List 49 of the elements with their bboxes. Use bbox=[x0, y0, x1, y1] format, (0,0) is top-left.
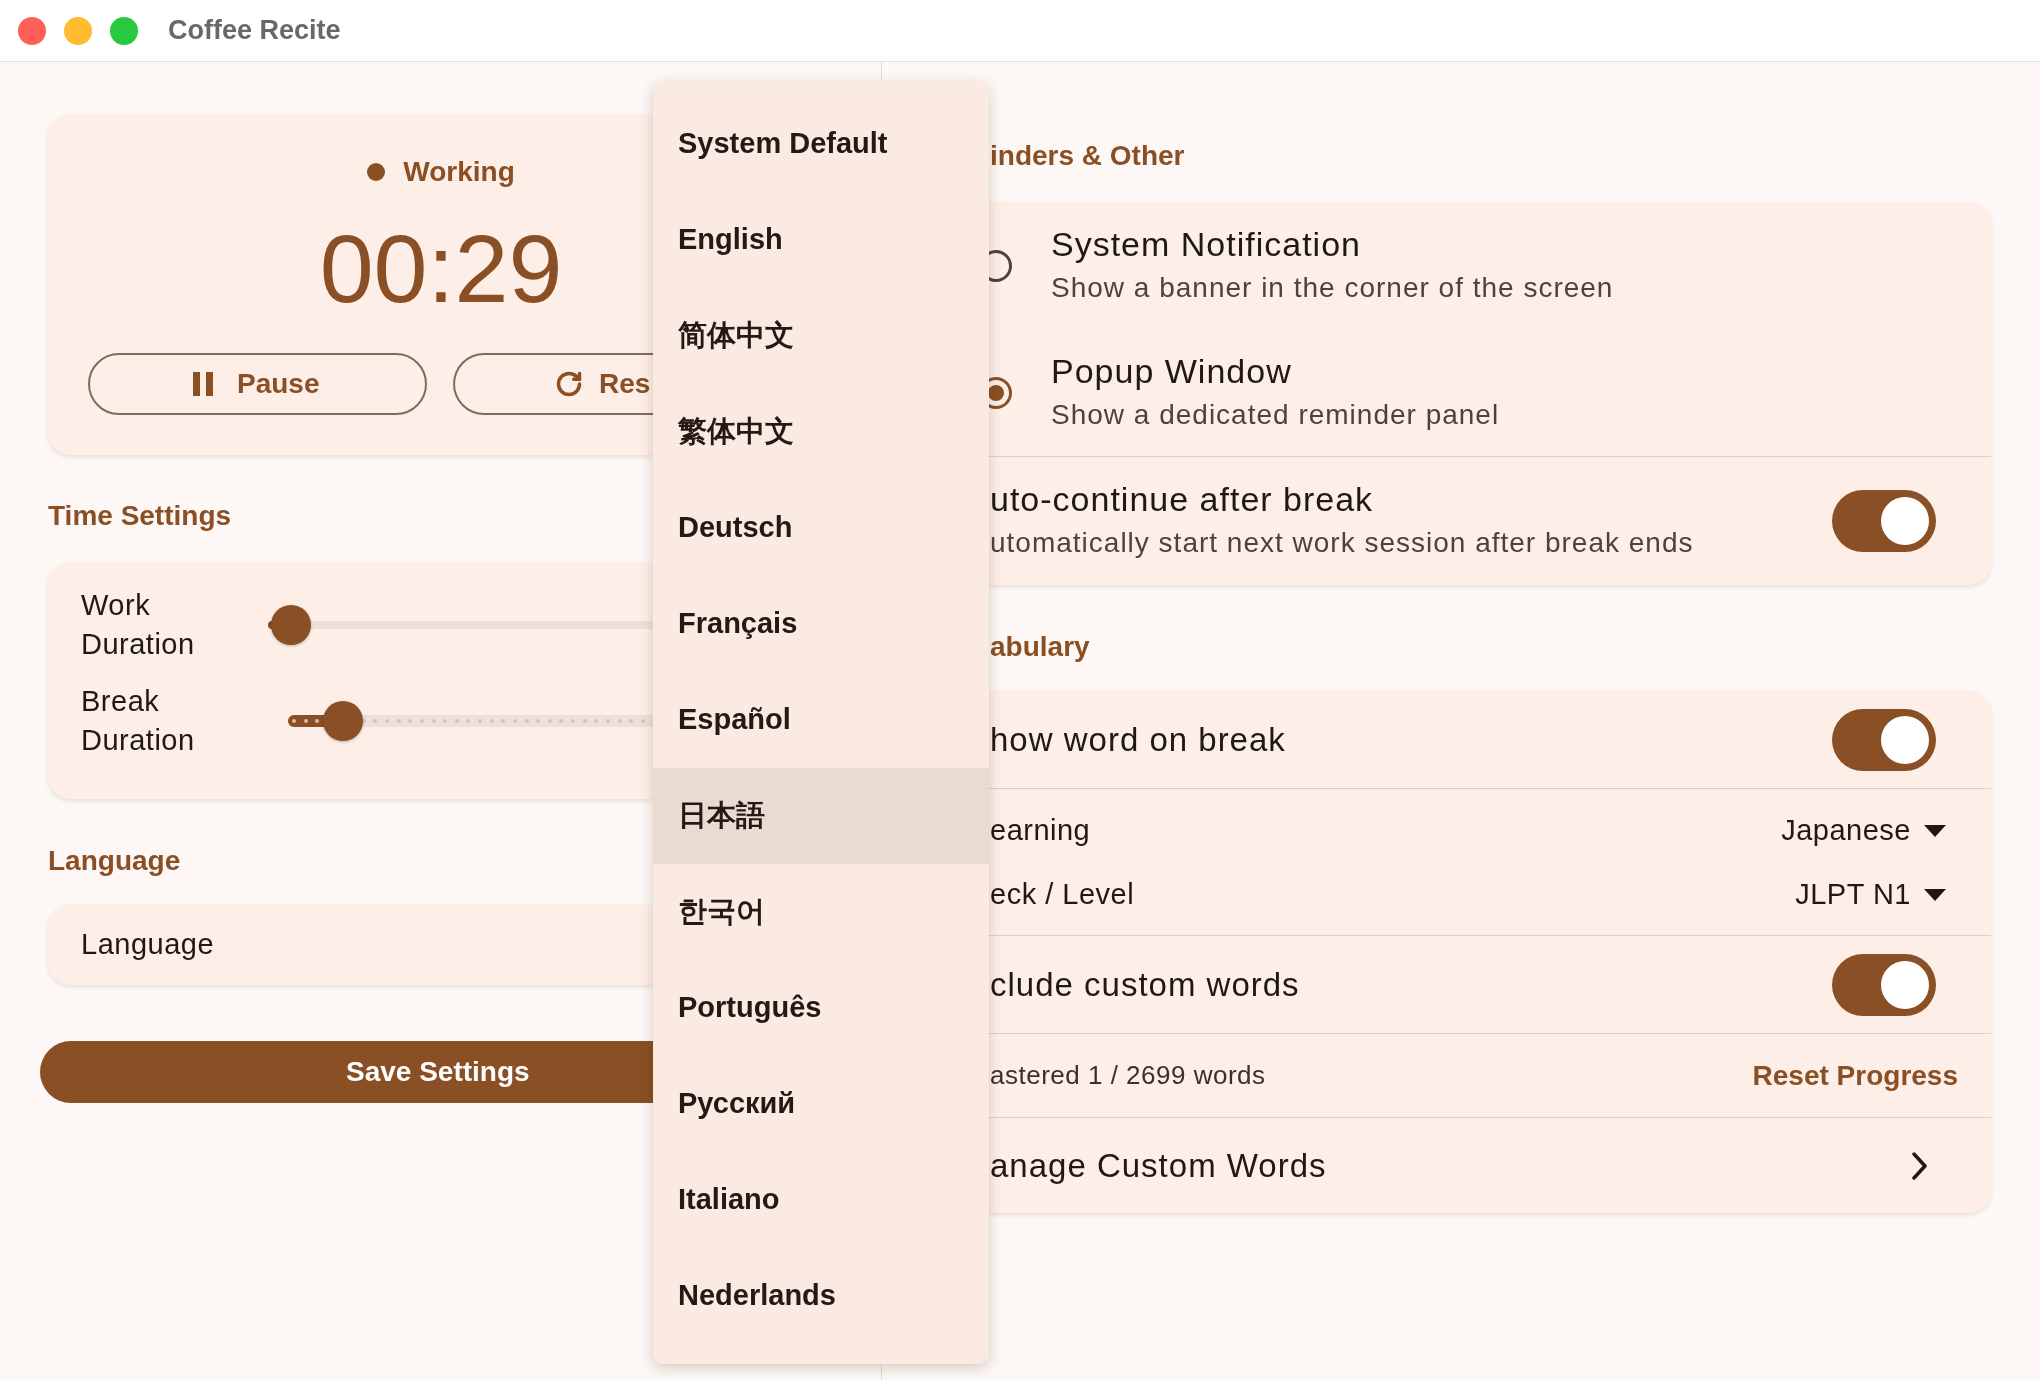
setting-label: Language bbox=[81, 927, 215, 963]
menu-item[interactable]: System Default bbox=[653, 96, 989, 192]
setting-label: clude custom words bbox=[990, 964, 1300, 1005]
section-heading: abulary bbox=[990, 630, 1090, 664]
save-settings-button[interactable]: Save Settings bbox=[40, 1041, 653, 1103]
option-title: System Notification bbox=[1051, 223, 1362, 265]
setting-label: how word on break bbox=[990, 719, 1286, 760]
refresh-icon bbox=[555, 370, 583, 398]
option-title: Popup Window bbox=[1051, 350, 1293, 392]
caret-icon bbox=[1924, 825, 1946, 837]
option-description: utomatically start next work session after break ends bbox=[990, 526, 1694, 560]
option-description: Show a banner in the corner of the screen bbox=[1051, 270, 1614, 305]
slider-label: Work Duration bbox=[81, 588, 195, 662]
pause-icon bbox=[193, 372, 213, 396]
section-heading: Time Settings bbox=[48, 499, 232, 533]
window-title: Coffee Recite bbox=[168, 14, 341, 48]
option-title: uto-continue after break bbox=[990, 479, 1375, 520]
radio-button[interactable] bbox=[989, 249, 1012, 282]
menu-item[interactable]: Русский bbox=[653, 1056, 989, 1152]
menu-item[interactable]: 繁体中文 bbox=[653, 384, 989, 480]
status-label: Working bbox=[403, 155, 515, 189]
menu-item[interactable]: English bbox=[653, 192, 989, 288]
menu-item[interactable]: Español bbox=[653, 672, 989, 768]
menu-item[interactable]: Deutsch bbox=[653, 480, 989, 576]
menu-item[interactable]: Français bbox=[653, 576, 989, 672]
menu-item[interactable]: Nederlands bbox=[653, 1248, 989, 1344]
menu-item[interactable]: Italiano bbox=[653, 1152, 989, 1248]
slider-thumb[interactable] bbox=[271, 605, 312, 645]
slider-label: Break Duration bbox=[81, 684, 195, 758]
section-heading: inders & Other bbox=[990, 139, 1185, 173]
menu-item[interactable]: 日本語 bbox=[653, 768, 989, 864]
close-icon[interactable] bbox=[18, 16, 46, 45]
reset-progress-link[interactable]: Reset Progress bbox=[1752, 1054, 1958, 1097]
pause-button[interactable]: Pause bbox=[88, 353, 427, 415]
progress-text: astered 1 / 2699 words bbox=[990, 1059, 1266, 1092]
timer-display: 00:29 bbox=[319, 214, 563, 324]
dropdown-button[interactable]: Japanese bbox=[1781, 809, 1946, 853]
menu-item[interactable]: 简体中文 bbox=[653, 288, 989, 384]
setting-label: earning bbox=[990, 813, 1091, 849]
setting-label: eck / Level bbox=[990, 877, 1135, 913]
menu-item[interactable]: Português bbox=[653, 960, 989, 1056]
section-heading: Language bbox=[48, 844, 181, 878]
chevron-right-icon bbox=[1912, 1151, 1928, 1180]
menu-item[interactable]: 한국어 bbox=[653, 864, 989, 960]
radio-button[interactable] bbox=[989, 376, 1012, 409]
caret-icon bbox=[1924, 889, 1946, 901]
option-description: Show a dedicated reminder panel bbox=[1051, 397, 1500, 432]
list-item[interactable]: anage Custom Words bbox=[989, 1118, 1991, 1213]
dropdown-button[interactable]: JLPT N1 bbox=[1795, 873, 1946, 917]
